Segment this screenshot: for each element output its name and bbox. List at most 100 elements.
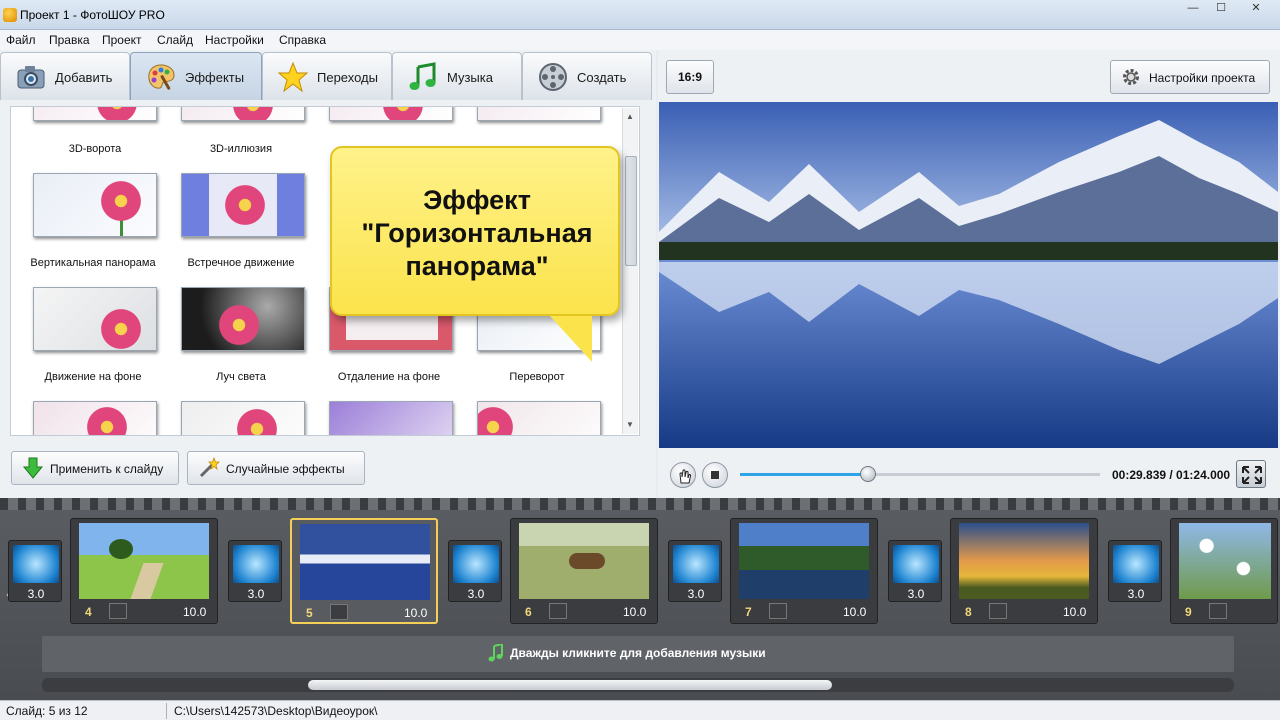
pencil-icon[interactable]: [769, 603, 787, 619]
pencil-icon[interactable]: [549, 603, 567, 619]
down-arrow-icon: [22, 457, 44, 479]
gallery-scroll-thumb[interactable]: [625, 156, 637, 266]
pencil-icon[interactable]: [989, 603, 1007, 619]
effect-thumb[interactable]: [33, 173, 157, 237]
maximize-button[interactable]: ☐: [1208, 0, 1234, 17]
effect-thumb[interactable]: [329, 401, 453, 435]
slide-thumb[interactable]: 4 10.0: [70, 518, 218, 624]
slide-image: [300, 524, 430, 600]
timeline-scroll-thumb[interactable]: [308, 680, 832, 690]
effect-caption: Встречное движение: [187, 257, 295, 269]
transition-thumb[interactable]: 3.0: [228, 540, 282, 602]
effect-caption: 3D-иллюзия: [209, 143, 273, 155]
project-settings-button[interactable]: Настройки проекта: [1110, 60, 1270, 94]
slide-thumb-selected[interactable]: 5 10.0: [290, 518, 438, 624]
progress-handle[interactable]: [859, 466, 876, 482]
film-strip: [0, 498, 1280, 510]
menu-edit[interactable]: Правка: [49, 33, 90, 47]
aspect-ratio-button[interactable]: 16:9: [666, 60, 714, 94]
tab-effects[interactable]: Эффекты: [130, 52, 262, 100]
fullscreen-button[interactable]: [1236, 460, 1266, 488]
tab-add[interactable]: Добавить: [0, 52, 130, 100]
slide-image: [519, 523, 649, 599]
window-title: Проект 1 - ФотоШОУ PRO: [20, 8, 165, 22]
slide-thumb[interactable]: 6 10.0: [510, 518, 658, 624]
close-button[interactable]: ✕: [1236, 0, 1276, 17]
minimize-button[interactable]: —: [1180, 0, 1206, 17]
effect-thumb[interactable]: [33, 107, 157, 121]
mountain-lake-image: [659, 102, 1278, 448]
slide-number: 4: [85, 605, 92, 619]
music-hint: Дважды кликните для добавления музыки: [510, 646, 766, 660]
progress-fill: [740, 473, 868, 476]
effect-caption: Вертикальная панорама: [30, 257, 156, 269]
slide-image: [79, 523, 209, 599]
apply-label: Применить к слайду: [50, 462, 164, 476]
effect-thumb[interactable]: [181, 401, 305, 435]
apply-to-slide-button[interactable]: Применить к слайду: [11, 451, 179, 485]
slide-image: [1179, 523, 1271, 599]
progress-track[interactable]: [740, 466, 1100, 482]
pencil-icon[interactable]: [109, 603, 127, 619]
scroll-down-icon[interactable]: ▼: [626, 420, 634, 429]
effect-thumb[interactable]: [477, 107, 601, 121]
effect-caption: Переворот: [509, 371, 565, 383]
random-effects-button[interactable]: Случайные эффекты: [187, 451, 365, 485]
hand-cursor-icon: [679, 469, 692, 484]
transition-thumb[interactable]: 3.0: [448, 540, 502, 602]
menu-slide[interactable]: Слайд: [157, 33, 193, 47]
transition-thumb[interactable]: 3.0: [8, 540, 62, 602]
transition-thumb[interactable]: 3.0: [1108, 540, 1162, 602]
slide-thumb[interactable]: 8 10.0: [950, 518, 1098, 624]
effect-thumb[interactable]: [33, 401, 157, 435]
gallery-scrollbar[interactable]: ▲ ▼: [622, 108, 638, 434]
scroll-up-icon[interactable]: ▲: [626, 112, 634, 121]
music-track[interactable]: Дважды кликните для добавления музыки: [42, 636, 1234, 672]
fullscreen-icon: [1242, 466, 1262, 484]
effect-thumb[interactable]: [33, 287, 157, 351]
transition-thumb[interactable]: 3.0: [668, 540, 722, 602]
effect-caption: Луч света: [216, 371, 266, 383]
timeline-scrollbar[interactable]: [42, 678, 1234, 692]
effect-thumb[interactable]: [329, 107, 453, 121]
random-label: Случайные эффекты: [226, 462, 345, 476]
menu-file[interactable]: Файл: [6, 33, 36, 47]
slide-thumb[interactable]: 9: [1170, 518, 1278, 624]
stop-button[interactable]: [702, 462, 728, 488]
effect-caption: Отдаление на фоне: [337, 371, 441, 383]
transition-duration: 3.0: [467, 587, 485, 601]
menu-settings[interactable]: Настройки: [205, 33, 264, 47]
transition-duration: 3.0: [907, 587, 925, 601]
slide-thumb[interactable]: 7 10.0: [730, 518, 878, 624]
slide-duration: 10.0: [1063, 605, 1087, 619]
transition-thumb[interactable]: 3.0: [888, 540, 942, 602]
play-button[interactable]: [670, 462, 696, 488]
pencil-icon[interactable]: [1209, 603, 1227, 619]
menu-bar: Файл Правка Проект Слайд Настройки Справ…: [0, 30, 1280, 50]
transition-image: [453, 545, 499, 583]
effect-caption: Движение на фоне: [44, 371, 142, 383]
slide-number: 9: [1185, 605, 1192, 619]
effect-thumb[interactable]: [181, 107, 305, 121]
tab-create[interactable]: Создать: [522, 52, 652, 100]
tab-transitions[interactable]: Переходы: [262, 52, 392, 100]
effect-thumb[interactable]: [181, 287, 305, 351]
effect-thumb[interactable]: [477, 401, 601, 435]
slide-image: [739, 523, 869, 599]
tab-music[interactable]: Музыка: [392, 52, 522, 100]
effect-thumb[interactable]: [181, 173, 305, 237]
palette-icon: [148, 64, 175, 90]
tab-add-label: Добавить: [55, 70, 113, 85]
stop-icon: [711, 471, 719, 479]
slide-duration: 10.0: [183, 605, 207, 619]
transition-duration: 3.0: [1127, 587, 1145, 601]
effect-callout: Эффект "Горизонтальная панорама": [330, 146, 620, 316]
pencil-icon[interactable]: [330, 604, 348, 620]
music-note-icon: [409, 62, 436, 90]
tab-music-label: Музыка: [447, 70, 493, 85]
transition-duration: 3.0: [247, 587, 265, 601]
menu-project[interactable]: Проект: [102, 33, 142, 47]
magic-wand-icon: [199, 457, 220, 478]
menu-help[interactable]: Справка: [279, 33, 326, 47]
timecode: 00:29.839 / 01:24.000: [1112, 468, 1231, 482]
